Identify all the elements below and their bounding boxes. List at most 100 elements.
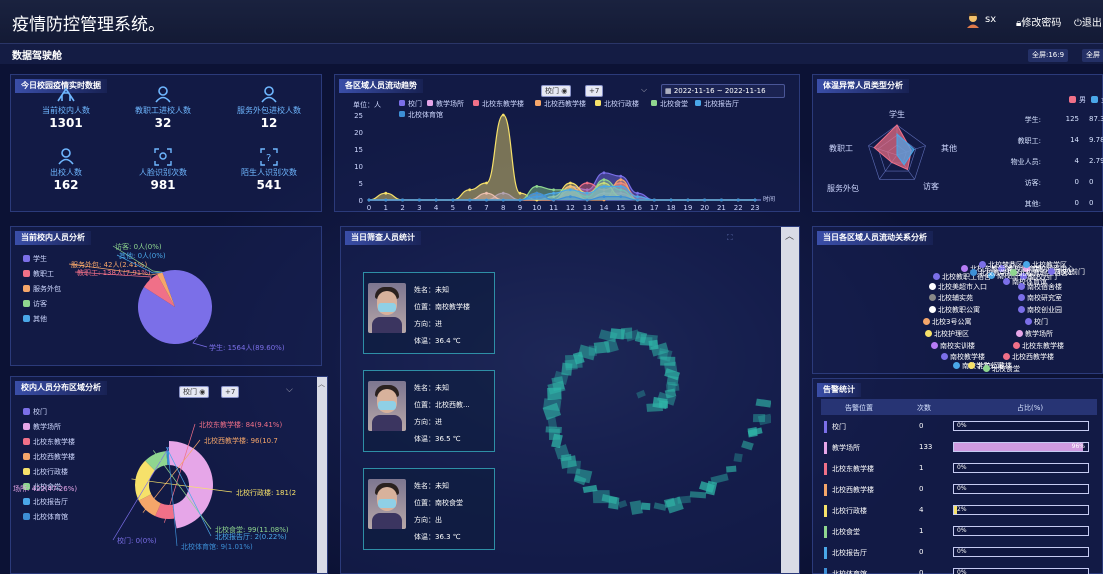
relation-node[interactable]: 南校研究室 [1018, 293, 1062, 303]
alarm-location: 北校行政楼 [832, 507, 867, 515]
alarm-location: 北校食堂 [832, 528, 860, 536]
relation-node[interactable]: 北校食堂 [983, 364, 1020, 374]
ratio-text: 96% [1071, 443, 1085, 450]
expand-icon[interactable]: ⛶ [727, 233, 733, 243]
donut-label: 北校东教学楼: 84(9.41%) [199, 420, 282, 429]
logout-button[interactable]: ⏻退出 [1074, 14, 1102, 29]
temp-row-label: 教职工: [1017, 137, 1041, 145]
stat-label: 教职工进校人数 [135, 106, 191, 115]
fullscreen-16-9-button[interactable]: 全屏:16:9 [1028, 49, 1069, 62]
fullscreen-button[interactable]: 全屏 [1082, 49, 1103, 62]
inspection-card[interactable]: 姓名：未知 位置：南校教学楼 方向：进 体温：36.4 ℃ [363, 272, 495, 354]
data-point [401, 198, 404, 202]
globe-tile [667, 381, 676, 393]
ratio-text: 0% [957, 548, 967, 555]
alarm-count: 1 [919, 464, 924, 472]
row-color-bar [824, 463, 827, 475]
temp-row-label: 物业人员: [1010, 158, 1041, 166]
inspection-card[interactable]: 姓名：未知 位置：北校西教... 方向：进 体温：36.5 ℃ [363, 370, 495, 452]
legend-label: 校门 [408, 99, 422, 108]
node-dot [1018, 283, 1025, 290]
relation-node[interactable]: 北校3号公寓 [923, 317, 971, 327]
x-tick-label: 13 [583, 204, 592, 212]
data-point [602, 195, 606, 198]
node-label: 南校研究室 [1027, 294, 1062, 302]
ratio-text: 0% [957, 422, 967, 429]
relation-node[interactable]: 北校教学区 [1023, 260, 1067, 270]
card-name: 姓名：未知 [414, 482, 449, 490]
face-body [372, 415, 402, 431]
relation-node[interactable]: 南校创业园 [1018, 305, 1062, 315]
y-tick-label: 15 [354, 146, 363, 154]
relation-node[interactable]: 南校宿舍楼 [1018, 282, 1062, 292]
row-color-bar [824, 442, 827, 454]
data-point [619, 178, 623, 181]
relation-node[interactable]: 北校教职公寓 [929, 305, 980, 315]
x-tick-label: 7 [484, 204, 488, 212]
stat-label: 当前校内人数 [42, 106, 90, 115]
globe-tile [657, 347, 673, 362]
radar-chart: 学生其他访客 服务外包 教职工 [827, 109, 957, 193]
relation-node[interactable]: 校门 [1025, 317, 1048, 327]
donut-label: 场所: 422(47.26%) [13, 484, 77, 493]
card-direction: 方向：进 [414, 320, 442, 328]
globe-tile [561, 454, 572, 462]
node-dot [979, 261, 986, 268]
scrollbar[interactable]: ︿ [317, 377, 327, 573]
panel-title: 体温异常人员类型分析 [817, 79, 909, 93]
trend-panel: 各区域人员流动趋势 校门 ◉ +7 ⌵ ▦ 2022-11-16 ~ 2022-… [334, 74, 800, 212]
data-point [384, 191, 388, 195]
scroll-up-icon[interactable]: ︿ [318, 379, 325, 389]
sub-bar [0, 44, 1103, 64]
area-distribution-panel: 校内人员分布区域分析 校门 ◉ +7 ⌵ ︿ 校门 教学场所 北校东教学楼 北校西教学… [10, 376, 328, 574]
temp-row-count: 125 [1065, 115, 1079, 123]
node-dot [953, 362, 960, 369]
node-label: 北校3号公寓 [932, 318, 972, 326]
node-label: 北校西教学楼 [1012, 353, 1054, 361]
globe-tile [747, 427, 758, 438]
stat-value: 541 [256, 178, 282, 192]
x-tick-label: 15 [616, 204, 625, 212]
relation-node[interactable]: 北校东教学楼 [1013, 341, 1064, 351]
relation-node[interactable]: 南校实训楼 [931, 341, 975, 351]
globe-tile [621, 327, 633, 340]
relation-node[interactable]: 教学场所 [1016, 329, 1053, 339]
data-point [535, 185, 539, 188]
alarm-location: 北校西教学楼 [832, 486, 874, 494]
row-color-bar [824, 547, 827, 559]
legend-label: 北校西教学楼 [544, 99, 586, 108]
alarm-row: 北校东教学楼 1 0% [821, 459, 1089, 479]
scroll-up-icon[interactable]: ︿ [785, 229, 794, 242]
relation-node[interactable]: 北校美超市入口 [929, 282, 987, 292]
relation-node[interactable]: 北校护理区 [925, 329, 969, 339]
logout-label: 退出 [1081, 18, 1102, 29]
row-color-bar [824, 421, 827, 433]
alarm-row: 北校体育馆 0 0% [821, 564, 1089, 574]
relation-node[interactable]: 北校梦鼎区 [979, 260, 1023, 270]
alarm-ratio-bar: 0% [953, 484, 1089, 494]
ratio-text: 0% [957, 569, 967, 574]
legend-swatch [473, 100, 479, 106]
change-password-button[interactable]: 🔒︎修改密码 [1016, 14, 1061, 29]
alarm-location: 北校东教学楼 [832, 465, 874, 473]
globe-tile [663, 361, 678, 374]
data-point [669, 198, 673, 202]
pie-label: 访客: 0人(0%) [115, 242, 162, 251]
user-name[interactable]: sx [985, 14, 996, 25]
data-point [518, 191, 522, 195]
card-location: 位置：北校西教... [414, 401, 470, 409]
node-dot [1010, 269, 1017, 276]
data-point [451, 198, 455, 202]
inspection-card[interactable]: 姓名：未知 位置：南校食堂 方向：出 体温：36.3 ℃ [363, 468, 495, 550]
relation-node[interactable]: 北校辅实苑 [929, 293, 973, 303]
scrollbar[interactable]: ︿ [781, 227, 799, 573]
user-avatar-icon[interactable] [966, 12, 980, 31]
temp-row-label: 其他: [1024, 200, 1041, 208]
x-tick-label: 4 [434, 204, 439, 212]
x-axis-name: 时间 [763, 195, 775, 203]
stat-label: 人脸识别次数 [139, 168, 187, 177]
face-body [372, 317, 402, 333]
alarm-location: 北校报告厅 [832, 549, 867, 557]
globe-tile [636, 389, 646, 399]
node-dot [1018, 294, 1025, 301]
